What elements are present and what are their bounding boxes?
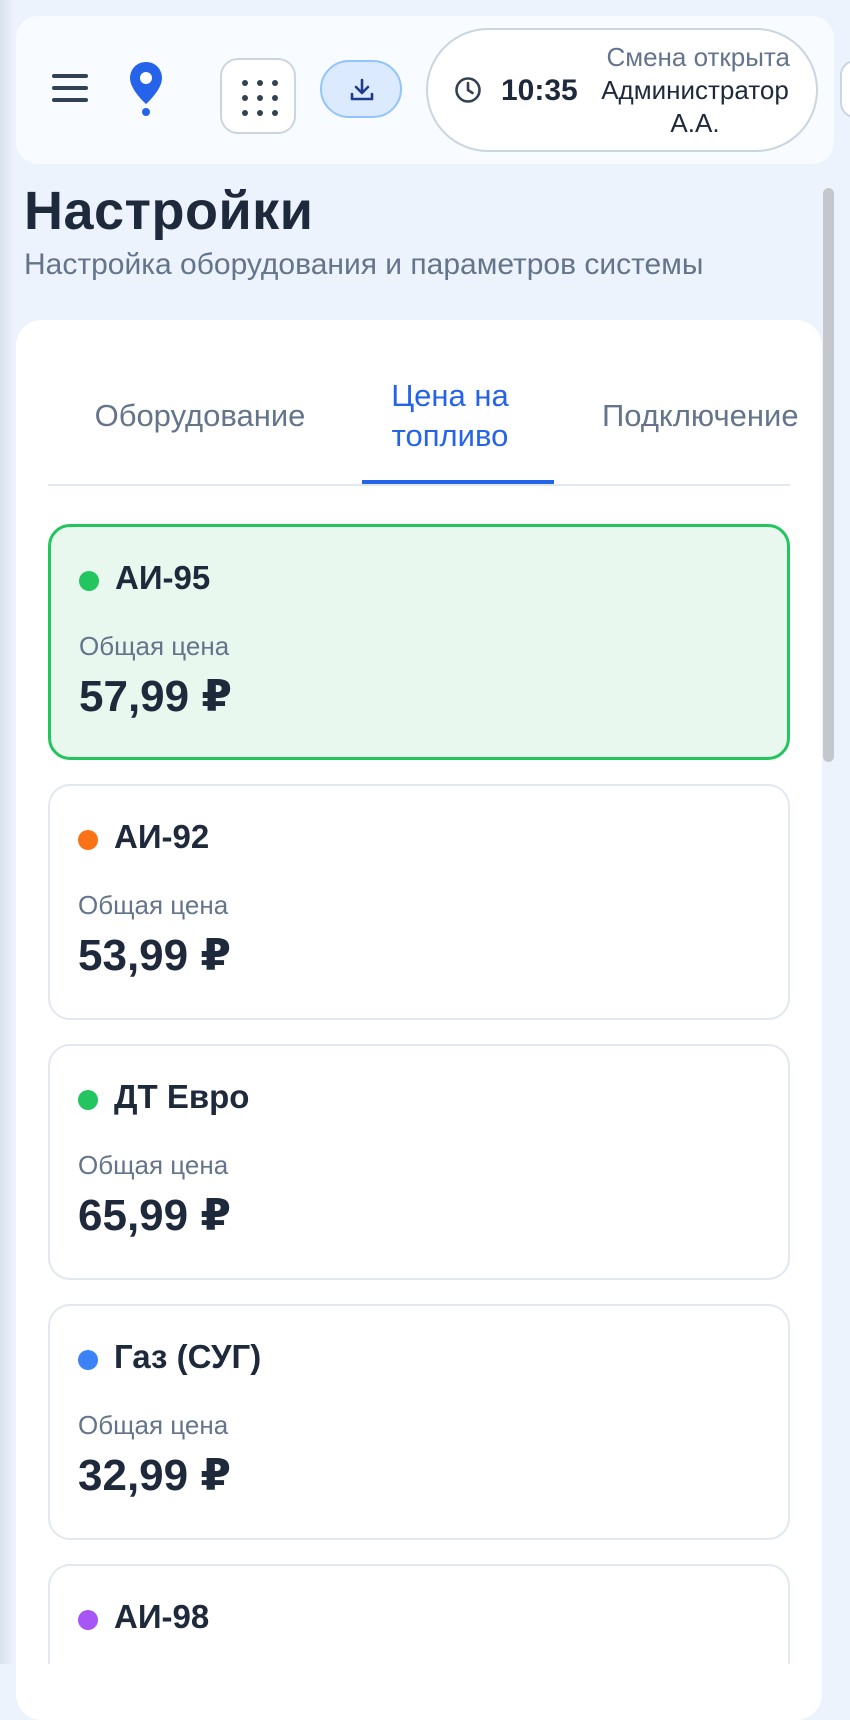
left-edge-shadow	[0, 0, 14, 1664]
status-dot	[78, 1090, 98, 1110]
shift-status-pill[interactable]: 10:35 Смена открыта Администратор А.А.	[426, 28, 818, 152]
fuel-card-ai98[interactable]: АИ-98	[48, 1564, 790, 1664]
scrollbar[interactable]	[823, 188, 834, 762]
tab-connection[interactable]: Подключение	[602, 396, 832, 436]
fuel-card-gas-lpg[interactable]: Газ (СУГ) Общая цена 32,99 ₽	[48, 1304, 790, 1540]
price-value: 65,99 ₽	[78, 1191, 231, 1240]
price-value: 32,99 ₽	[78, 1451, 231, 1500]
fuel-name: АИ-95	[115, 559, 211, 596]
status-dot	[78, 1610, 98, 1630]
price-value: 53,99 ₽	[78, 931, 231, 980]
status-dot	[79, 571, 99, 591]
apps-grid-icon	[242, 80, 278, 116]
shift-status-text: Смена открыта	[606, 42, 790, 72]
settings-tabs: Оборудование Цена на топливо Подключение	[48, 370, 799, 486]
tab-fuel-price[interactable]: Цена на топливо	[362, 376, 538, 456]
menu-icon[interactable]	[52, 74, 92, 104]
active-tab-indicator	[362, 480, 554, 484]
fuel-card-dt-euro[interactable]: ДТ Евро Общая цена 65,99 ₽	[48, 1044, 790, 1280]
fuel-card-ai92[interactable]: АИ-92 Общая цена 53,99 ₽	[48, 784, 790, 1020]
fuel-name: АИ-98	[114, 1598, 210, 1635]
tab-equipment[interactable]: Оборудование	[80, 396, 320, 436]
shift-time: 10:35	[501, 74, 578, 107]
price-label: Общая цена	[78, 1410, 229, 1440]
fuel-name: Газ (СУГ)	[114, 1338, 262, 1375]
download-icon	[350, 78, 374, 101]
page-subtitle: Настройка оборудования и параметров сист…	[24, 248, 704, 281]
price-label: Общая цена	[78, 1150, 229, 1180]
location-pin-icon[interactable]	[128, 60, 164, 116]
apps-grid-button[interactable]	[220, 58, 296, 134]
fuel-card-ai95[interactable]: АИ-95 Общая цена 57,99 ₽	[48, 524, 790, 760]
fuel-name: ДТ Евро	[114, 1078, 250, 1115]
status-dot	[78, 830, 98, 850]
clock-icon	[455, 77, 481, 103]
price-value: 57,99 ₽	[79, 672, 232, 721]
download-button[interactable]	[320, 60, 402, 118]
fuel-name: АИ-92	[114, 818, 210, 855]
price-label: Общая цена	[79, 631, 230, 661]
shift-user-name: Администратор А.А.	[601, 75, 789, 138]
header-overflow-button[interactable]	[840, 60, 850, 118]
page-title: Настройки	[24, 181, 314, 241]
price-label: Общая цена	[78, 890, 229, 920]
status-dot	[78, 1350, 98, 1370]
